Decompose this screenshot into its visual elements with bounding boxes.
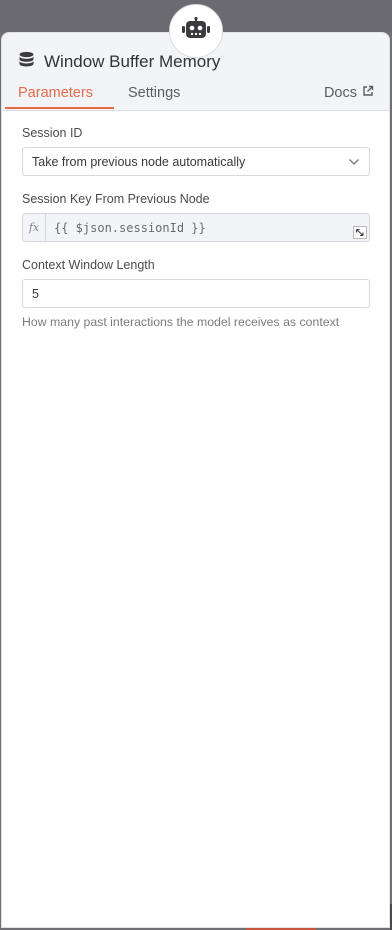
database-icon bbox=[18, 51, 35, 73]
context-window-group: Context Window Length 5 How many past in… bbox=[22, 258, 370, 329]
parameters-form: Session ID Take from previous node autom… bbox=[22, 126, 370, 345]
context-window-value: 5 bbox=[32, 286, 39, 301]
context-window-label: Context Window Length bbox=[22, 258, 155, 272]
session-id-group: Session ID Take from previous node autom… bbox=[22, 126, 370, 176]
session-id-select[interactable]: Take from previous node automatically bbox=[22, 147, 370, 176]
docs-label: Docs bbox=[323, 85, 357, 101]
session-id-label: Session ID bbox=[22, 126, 83, 140]
active-tab-indicator bbox=[5, 107, 114, 109]
panel-tabs: Parameters Settings Docs bbox=[2, 77, 389, 110]
docs-link[interactable]: Docs bbox=[324, 85, 374, 101]
context-window-hint: How many past interactions the model rec… bbox=[22, 315, 340, 329]
node-settings-panel: Window Buffer Memory Parameters Settings… bbox=[1, 32, 390, 928]
session-id-value: Take from previous node automatically bbox=[32, 154, 246, 169]
session-key-group: Session Key From Previous Node fx {{ $js… bbox=[22, 192, 370, 242]
context-window-input[interactable]: 5 bbox=[22, 279, 370, 308]
chevron-down-icon bbox=[348, 155, 360, 169]
session-key-expression-input[interactable]: fx {{ $json.sessionId }} bbox=[22, 213, 370, 242]
tab-settings[interactable]: Settings bbox=[128, 85, 180, 101]
session-key-value: {{ $json.sessionId }} bbox=[54, 220, 206, 235]
tab-parameters[interactable]: Parameters bbox=[18, 85, 93, 101]
session-key-label: Session Key From Previous Node bbox=[22, 192, 210, 206]
robot-icon bbox=[181, 16, 211, 46]
external-link-icon bbox=[362, 85, 374, 101]
fx-icon: fx bbox=[23, 214, 46, 241]
node-type-badge bbox=[169, 4, 223, 58]
expand-editor-icon[interactable] bbox=[353, 226, 367, 239]
